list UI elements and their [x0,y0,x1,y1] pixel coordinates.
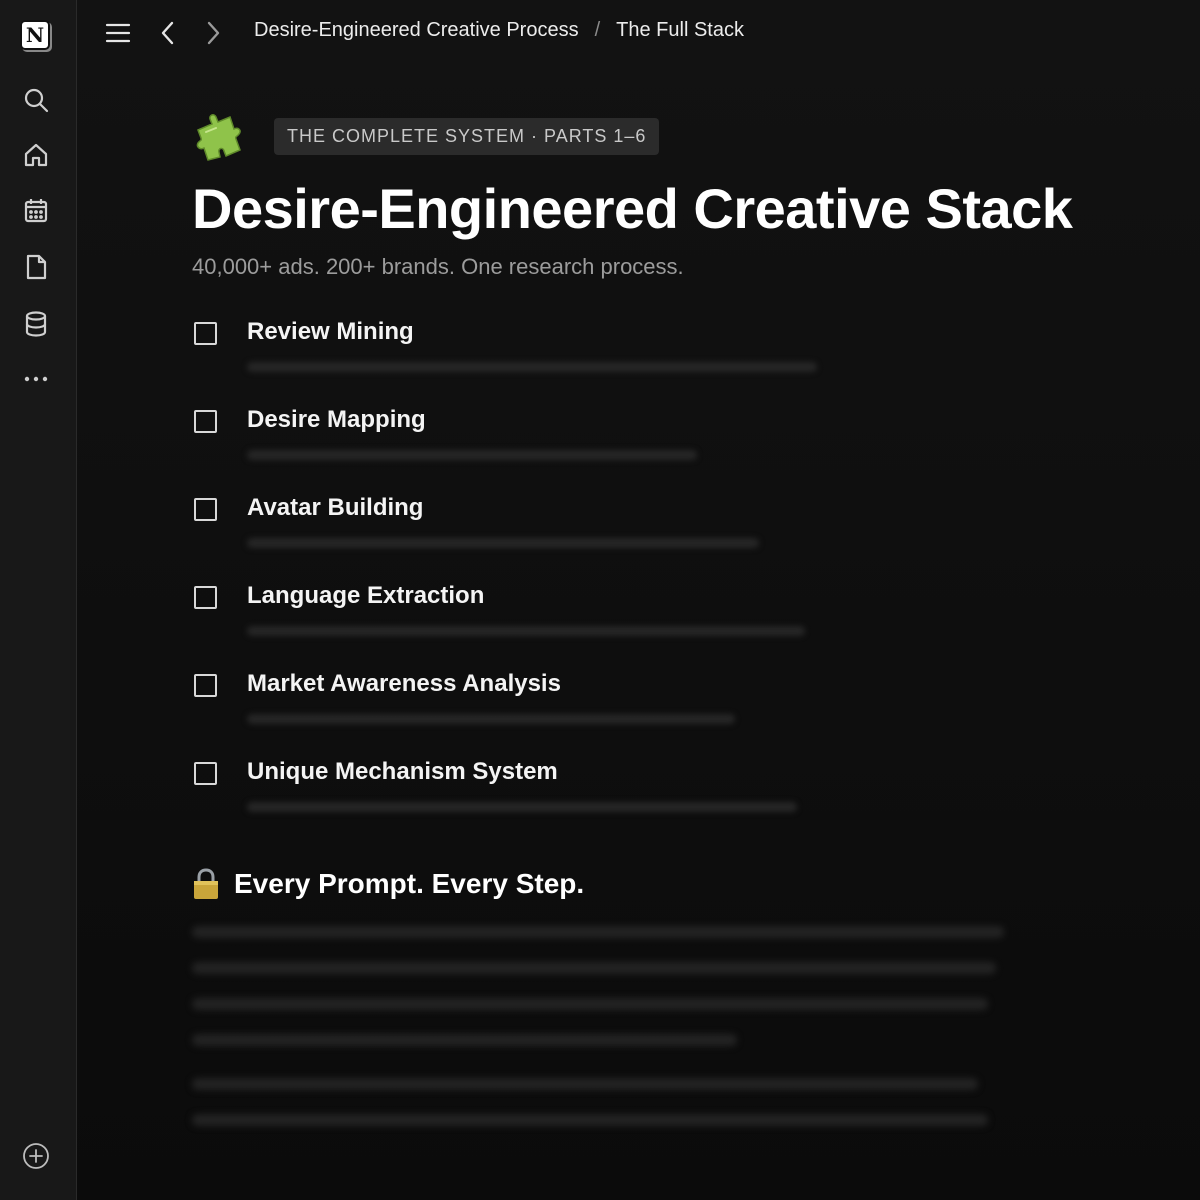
todo-item: Review Mining [192,318,1052,406]
menu-icon[interactable] [103,18,133,48]
back-icon[interactable] [153,18,183,48]
todo-list: Review Mining Desire Mapping Avatar Buil… [192,318,1052,846]
app-window: N Desire-Engineered Creative Process / T… [0,0,1200,1200]
todo-label[interactable]: Unique Mechanism System [247,758,558,786]
todo-item: Market Awareness Analysis [192,670,1052,758]
todo-label[interactable]: Language Extraction [247,582,484,610]
locked-section-heading: Every Prompt. Every Step. [192,868,1052,900]
system-badge: THE COMPLETE SYSTEM · PARTS 1–6 [274,117,660,155]
todo-label[interactable]: Review Mining [247,318,414,346]
todo-checkbox[interactable] [194,585,217,609]
todo-label[interactable]: Desire Mapping [247,406,426,434]
todo-item: Desire Mapping [192,406,1052,494]
todo-checkbox[interactable] [194,673,217,697]
blurred-description [247,449,697,460]
add-icon[interactable] [22,1142,50,1170]
todo-checkbox[interactable] [194,409,217,433]
lock-icon [194,868,218,899]
page-title[interactable]: Desire-Engineered Creative Stack [192,178,1073,240]
blurred-paragraph [192,925,1052,1126]
todo-label[interactable]: Market Awareness Analysis [247,670,561,698]
forward-icon[interactable] [198,18,228,48]
blurred-description [247,537,759,548]
page-icon[interactable] [22,253,50,281]
notion-logo-icon[interactable]: N [20,20,50,50]
section-title[interactable]: Every Prompt. Every Step. [234,868,584,900]
breadcrumb-separator: / [594,19,601,41]
home-icon[interactable] [22,141,50,169]
blurred-description [247,625,805,636]
more-icon[interactable] [22,365,50,393]
todo-checkbox[interactable] [194,497,217,521]
breadcrumb-current[interactable]: The Full Stack [616,19,744,42]
todo-checkbox[interactable] [194,321,217,345]
puzzle-piece-icon[interactable] [192,110,244,162]
todo-item: Language Extraction [192,582,1052,670]
sidebar: N [0,0,77,1200]
blurred-description [247,713,735,724]
todo-item: Unique Mechanism System [192,758,1052,846]
todo-label[interactable]: Avatar Building [247,494,423,522]
breadcrumb: Desire-Engineered Creative Process / The… [254,19,744,42]
calendar-icon[interactable] [22,197,50,225]
todo-checkbox[interactable] [194,761,217,785]
search-icon[interactable] [22,86,50,114]
main-area: Desire-Engineered Creative Process / The… [77,0,1200,1200]
blurred-description [247,801,797,812]
breadcrumb-parent[interactable]: Desire-Engineered Creative Process [254,19,579,42]
page-subtitle: 40,000+ ads. 200+ brands. One research p… [192,253,684,279]
todo-item: Avatar Building [192,494,1052,582]
blurred-description [247,361,817,372]
page-content: THE COMPLETE SYSTEM · PARTS 1–6 Desire-E… [192,110,1073,1150]
database-icon[interactable] [22,310,50,338]
topbar: Desire-Engineered Creative Process / The… [77,0,1200,66]
